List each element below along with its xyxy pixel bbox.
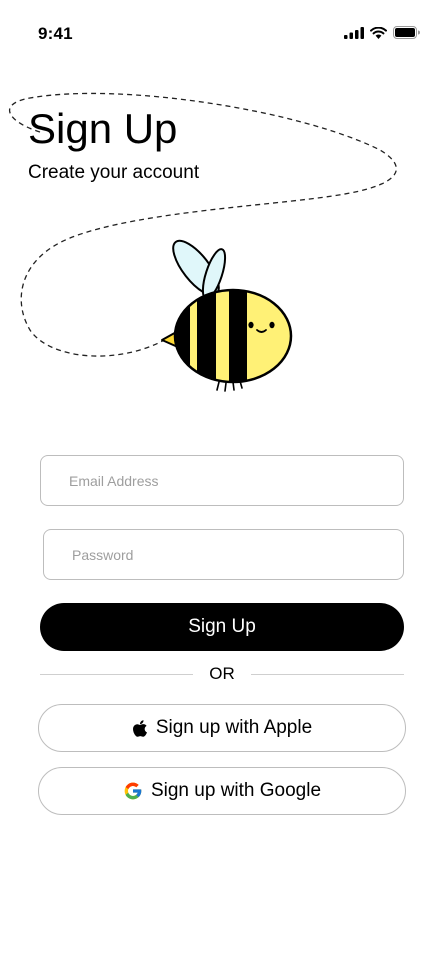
or-divider: OR	[40, 662, 404, 686]
google-icon	[124, 782, 142, 800]
sign-up-button[interactable]: Sign Up	[40, 603, 404, 651]
password-input[interactable]	[43, 529, 404, 580]
email-input[interactable]	[40, 455, 404, 506]
divider-line-left	[40, 673, 194, 675]
google-button-label: Sign up with Google	[150, 780, 322, 801]
page-title: Sign Up	[28, 105, 178, 152]
sign-up-with-google-button[interactable]: Sign up with Google	[38, 767, 406, 815]
sign-up-with-apple-button[interactable]: Sign up with Apple	[38, 704, 406, 752]
apple-icon	[132, 719, 147, 737]
dashed-flight-path	[8, 92, 397, 357]
divider-label: OR	[209, 664, 235, 683]
apple-button-label: Sign up with Apple	[155, 717, 313, 738]
page-subtitle: Create your account	[28, 162, 200, 183]
divider-line-right	[250, 673, 404, 675]
